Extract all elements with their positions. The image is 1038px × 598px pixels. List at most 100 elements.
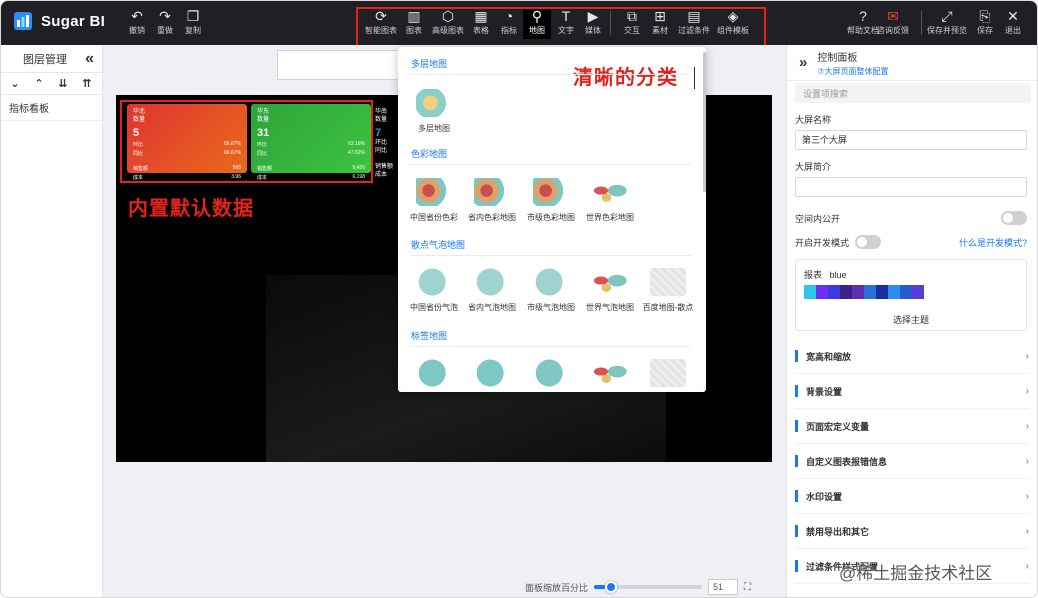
dev-mode-help-link[interactable]: 什么是开发模式?	[959, 236, 1027, 249]
choose-theme-button[interactable]: 选择主题	[804, 313, 1018, 326]
theme-color-swatch	[864, 285, 876, 299]
map-component-dropdown: 清晰的分类 多层地图 多层地图 色彩地图 中国省份色彩 省内色彩地图 市级色彩地图 世界色彩…	[398, 47, 706, 392]
indicator-card[interactable]: 华东 数量 31 环比 63.16% 同比 47.62% 销售额 9,426 成本 6,…	[251, 104, 371, 181]
section-title: 标签地图	[411, 331, 448, 341]
map-type-label: 世界色彩地图	[586, 213, 634, 222]
card-value: 7	[375, 127, 382, 139]
help-doc-button[interactable]: ? 帮助文档	[847, 7, 879, 36]
public-toggle[interactable]	[1001, 211, 1027, 225]
settings-section[interactable]: 页面宏定义变量 ›	[795, 409, 1029, 444]
exit-label: 退出	[1005, 26, 1021, 35]
indicator-card[interactable]: 华南 数量 7 环比 同比 销售额 成本	[375, 104, 395, 178]
move-top-icon[interactable]: ⇈	[77, 77, 97, 90]
map-type-label: 省内色彩地图	[468, 213, 516, 222]
card-sales-label: 销售额	[133, 166, 149, 172]
layer-item[interactable]: 指标看板	[1, 95, 102, 121]
card-metric: 数量	[257, 117, 270, 123]
map-type-item[interactable]	[406, 359, 462, 387]
collapse-icon[interactable]: «	[85, 50, 94, 68]
card-ratio-label: 环比	[375, 140, 388, 146]
feedback-button[interactable]: ✉ 咨询反馈	[877, 7, 909, 36]
theme-swatches	[804, 285, 1018, 299]
zoom-input[interactable]: 51	[708, 579, 739, 595]
screen-name-input[interactable]: 第三个大屏	[795, 130, 1027, 150]
theme-color-swatch	[852, 285, 864, 299]
save-button[interactable]: ⎘ 保存	[977, 7, 993, 36]
section-divider	[411, 74, 691, 75]
expand-icon[interactable]: »	[799, 54, 807, 71]
settings-section[interactable]: 禁用导出和其它 ›	[795, 514, 1029, 549]
move-down-icon[interactable]: ⌄	[5, 77, 25, 90]
map-type-item[interactable]: 市级气泡地图	[523, 268, 579, 313]
map-thumbnail-icon	[592, 268, 628, 296]
page-config-link[interactable]: ⑦大屏页面整体配置	[817, 66, 888, 77]
layer-panel-title: 图层管理	[23, 53, 67, 66]
card-yoy: 47.62%	[348, 150, 365, 156]
dropdown-scrollbar[interactable]	[703, 52, 706, 192]
map-type-label: 中国省份气泡	[410, 303, 458, 312]
map-type-item[interactable]	[640, 359, 696, 387]
chevron-right-icon: ›	[1025, 560, 1029, 572]
copy-icon: ❐	[186, 8, 200, 24]
canvas-top-input[interactable]	[277, 50, 401, 80]
card-yoy-label: 同比	[133, 151, 144, 157]
highlight-box	[356, 7, 766, 49]
card-ratio: 66.67%	[224, 141, 241, 147]
section-label: 页面宏定义变量	[806, 421, 870, 432]
card-cost-label: 成本	[257, 175, 268, 181]
redo-button[interactable]: ↷ 重做	[157, 7, 173, 36]
map-type-item[interactable]: 世界色彩地图	[582, 178, 638, 223]
map-type-item[interactable]: 中国省份气泡	[406, 268, 462, 313]
section-title: 色彩地图	[411, 149, 448, 159]
move-up-icon[interactable]: ⌃	[29, 77, 49, 90]
fullscreen-icon[interactable]: ⛶	[744, 582, 751, 593]
screen-intro-label: 大屏简介	[795, 162, 832, 172]
map-type-item[interactable]: 世界气泡地图	[582, 268, 638, 313]
dev-mode-toggle[interactable]	[855, 235, 882, 249]
layer-panel: 图层管理 « ⌄ ⌃ ⇊ ⇈ 指标看板	[1, 45, 103, 597]
copy-button[interactable]: ❐ 复制	[185, 7, 201, 36]
redo-label: 重做	[157, 26, 173, 35]
map-type-item[interactable]: 多层地图	[406, 89, 462, 134]
annotation-default-data: 内置默认数据	[128, 198, 254, 220]
map-type-item[interactable]: 百度地图-散点	[640, 268, 696, 313]
map-type-item[interactable]	[582, 359, 638, 387]
section-accent	[795, 385, 798, 397]
card-region: 华东	[257, 109, 270, 115]
settings-section[interactable]: 自定义图表报错信息 ›	[795, 444, 1029, 479]
theme-color-swatch	[876, 285, 888, 299]
map-type-item[interactable]: 省内色彩地图	[464, 178, 520, 223]
card-ratio-label: 环比	[257, 142, 268, 148]
map-thumbnail-icon	[416, 178, 452, 206]
map-type-item[interactable]	[523, 359, 579, 387]
indicator-card[interactable]: 华北 数量 5 环比 66.67% 同比 66.67% 销售额 568 成本 3.96	[127, 104, 247, 181]
move-bottom-icon[interactable]: ⇊	[53, 77, 73, 90]
map-type-item[interactable]: 中国省份色彩	[406, 178, 462, 223]
theme-color-swatch	[900, 285, 912, 299]
exit-button[interactable]: ✕ 退出	[1005, 7, 1021, 36]
undo-button[interactable]: ↶ 撤销	[129, 7, 145, 36]
top-toolbar: Sugar BI ↶ 撤销 ↷ 重做 ❐ 复制 ⟳ 智能图表 ▥ 图表 ⬡ 高级图表 ▦ 表格 ◔ 指标 ⚲ 地…	[1, 1, 1037, 49]
section-accent	[795, 455, 798, 467]
baidu-map-thumbnail-icon	[650, 359, 686, 387]
map-type-label: 多层地图	[418, 124, 450, 133]
zoom-slider-handle[interactable]	[604, 581, 617, 593]
section-divider	[411, 255, 691, 256]
map-thumbnail-icon	[533, 268, 569, 296]
map-thumbnail-icon	[533, 178, 569, 206]
dev-mode-label: 开启开发模式	[795, 237, 850, 248]
zoom-slider[interactable]	[594, 581, 703, 593]
map-type-item[interactable]	[464, 359, 520, 387]
settings-section[interactable]: 水印设置 ›	[795, 479, 1029, 514]
map-type-item[interactable]: 省内气泡地图	[464, 268, 520, 313]
section-divider	[411, 164, 691, 165]
screen-intro-input[interactable]	[795, 177, 1027, 197]
map-type-item[interactable]: 市级色彩地图	[523, 178, 579, 223]
settings-section[interactable]: 背景设置 ›	[795, 374, 1029, 409]
exit-icon: ✕	[1007, 8, 1019, 24]
theme-color-swatch	[840, 285, 852, 299]
section-accent	[795, 560, 798, 572]
settings-section[interactable]: 宽高和缩放 ›	[795, 339, 1029, 374]
save-preview-button[interactable]: ⤢ 保存并预览	[927, 7, 967, 36]
settings-search-input[interactable]: 设置项搜索	[795, 83, 1031, 103]
